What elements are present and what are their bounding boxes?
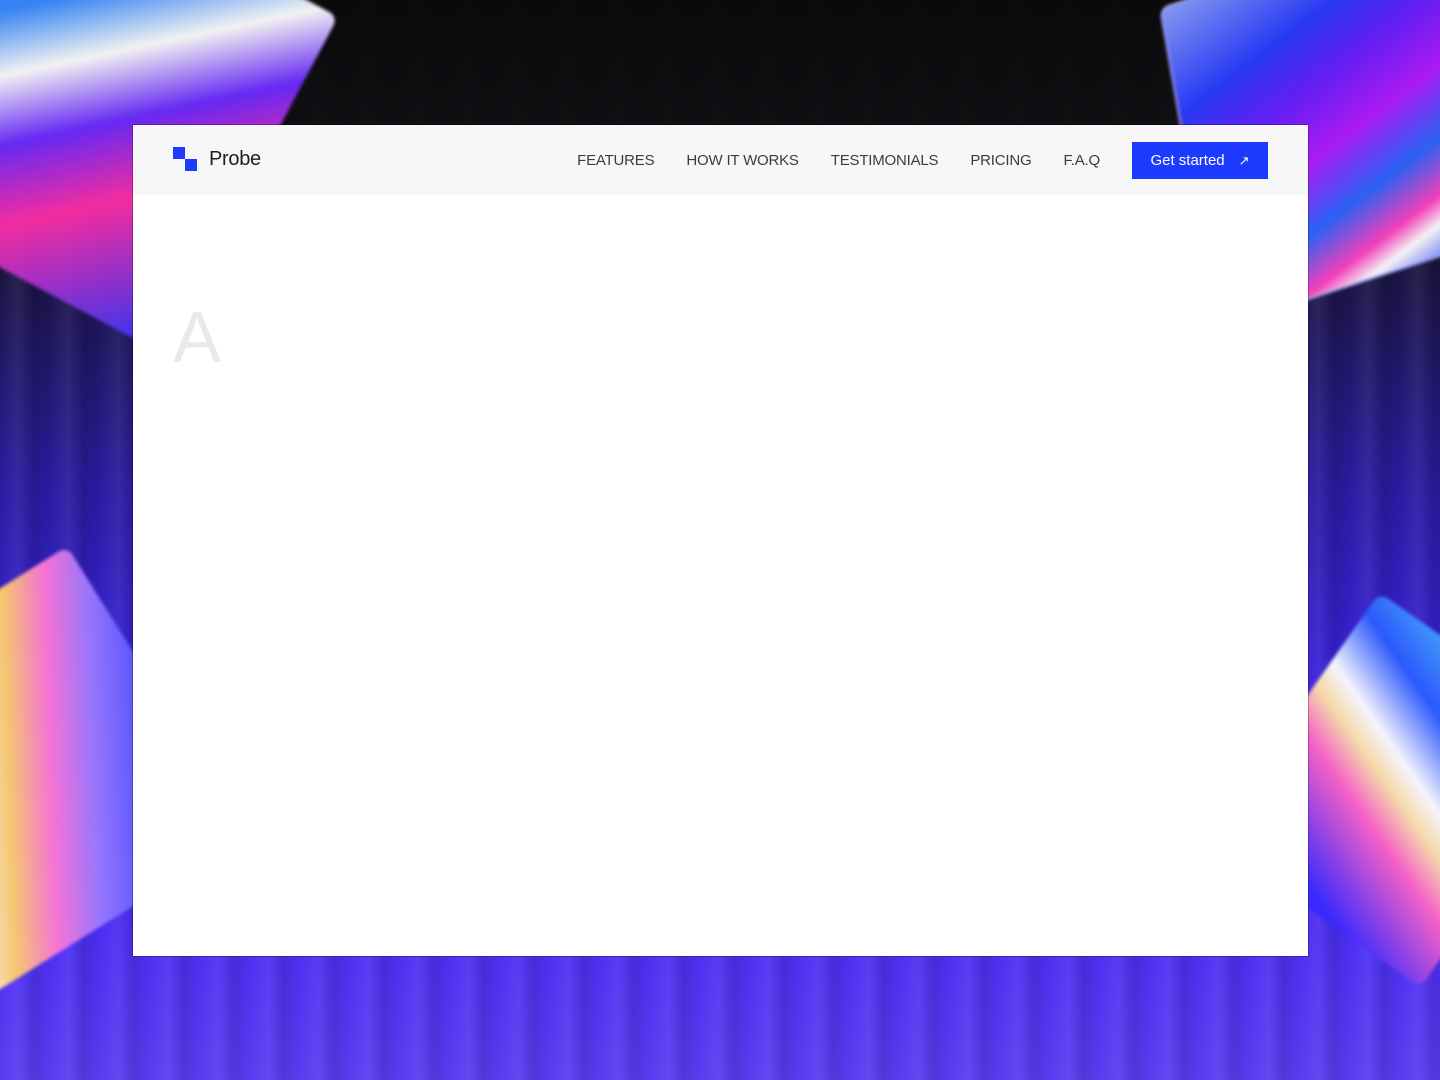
brand[interactable]: Probe [173, 147, 261, 171]
get-started-button[interactable]: Get started ↗ [1132, 142, 1268, 179]
logo-square [173, 147, 185, 159]
nav-link-faq[interactable]: F.A.Q [1063, 152, 1100, 169]
arrow-up-right-icon: ↗ [1238, 153, 1250, 168]
nav-link-pricing[interactable]: PRICING [970, 152, 1031, 169]
logo-square [185, 159, 197, 171]
nav-link-testimonials[interactable]: TESTIMONIALS [831, 152, 939, 169]
brand-name: Probe [209, 147, 261, 170]
navbar: Probe FEATURES HOW IT WORKS TESTIMONIALS… [133, 125, 1308, 195]
website-window: Probe FEATURES HOW IT WORKS TESTIMONIALS… [133, 125, 1308, 956]
nav-link-features[interactable]: FEATURES [577, 152, 654, 169]
nav-links: FEATURES HOW IT WORKS TESTIMONIALS PRICI… [577, 125, 1100, 195]
get-started-label: Get started [1150, 152, 1225, 169]
hero-heading-partial: A [173, 298, 222, 378]
nav-link-how-it-works[interactable]: HOW IT WORKS [686, 152, 799, 169]
logo-icon [173, 147, 197, 171]
